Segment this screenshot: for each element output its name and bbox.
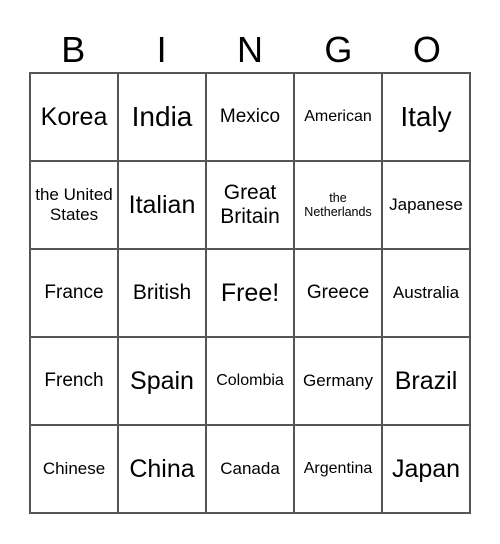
bingo-cell[interactable]: Italy	[382, 73, 470, 161]
bingo-cell[interactable]: Italian	[118, 161, 206, 249]
bingo-cell[interactable]: British	[118, 249, 206, 337]
bingo-cell[interactable]: Korea	[30, 73, 118, 161]
bingo-cell[interactable]: Japan	[382, 425, 470, 513]
bingo-cell[interactable]: the Netherlands	[294, 161, 382, 249]
bingo-cell[interactable]: China	[118, 425, 206, 513]
header-letter-n: N	[237, 29, 264, 70]
bingo-cell[interactable]: Brazil	[382, 337, 470, 425]
bingo-cell[interactable]: Great Britain	[206, 161, 294, 249]
bingo-cell[interactable]: India	[118, 73, 206, 161]
header-letter-o: O	[412, 29, 441, 70]
bingo-cell[interactable]: Argentina	[294, 425, 382, 513]
header-letter-i: I	[156, 29, 167, 70]
bingo-cell[interactable]: the United States	[30, 161, 118, 249]
bingo-cell[interactable]: Spain	[118, 337, 206, 425]
bingo-cell[interactable]: Canada	[206, 425, 294, 513]
header-letter-g: G	[324, 29, 353, 70]
bingo-cell[interactable]: American	[294, 73, 382, 161]
bingo-cell[interactable]: French	[30, 337, 118, 425]
bingo-cell[interactable]: Mexico	[206, 73, 294, 161]
bingo-cell[interactable]: Colombia	[206, 337, 294, 425]
bingo-grid: Korea India Mexico American Italy the Un…	[29, 72, 471, 514]
bingo-free-space[interactable]: Free!	[206, 249, 294, 337]
bingo-cell[interactable]: Chinese	[30, 425, 118, 513]
bingo-cell[interactable]: Greece	[294, 249, 382, 337]
header-letter-b: B	[61, 29, 86, 70]
bingo-cell[interactable]: Germany	[294, 337, 382, 425]
bingo-header: B I N G O	[29, 28, 471, 72]
bingo-cell[interactable]: Japanese	[382, 161, 470, 249]
bingo-cell[interactable]: Australia	[382, 249, 470, 337]
bingo-cell[interactable]: France	[30, 249, 118, 337]
